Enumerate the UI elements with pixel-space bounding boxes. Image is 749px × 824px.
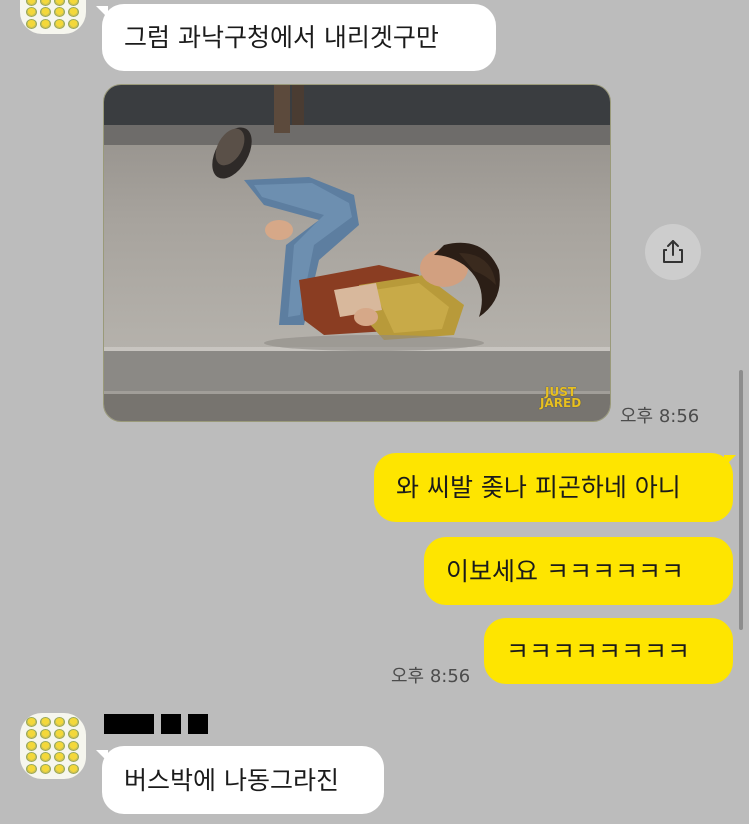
- share-icon: [663, 240, 683, 263]
- scrollbar[interactable]: [739, 370, 743, 630]
- message-timestamp: 오후 8:56: [391, 666, 471, 687]
- photo-message[interactable]: JUST JARED: [103, 84, 611, 422]
- share-button[interactable]: [645, 224, 701, 280]
- incoming-message-bubble[interactable]: 그럼 과낙구청에서 내리겟구만: [102, 4, 496, 71]
- bubble-tail: [724, 455, 736, 467]
- chat-screen: { "messages": { "m1_text": "그럼 과낙구청에서 내리…: [0, 0, 749, 824]
- outgoing-message-bubble[interactable]: ㅋㅋㅋㅋㅋㅋㅋㅋ: [484, 618, 733, 684]
- message-text: 버스박에 나동그라진: [124, 765, 339, 795]
- outgoing-message-bubble[interactable]: 와 씨발 좆나 피곤하네 아니: [374, 453, 733, 522]
- sender-name-redacted: [104, 713, 208, 735]
- incoming-message-bubble[interactable]: 버스박에 나동그라진: [102, 746, 384, 814]
- photo-image: [104, 85, 610, 421]
- outgoing-message-bubble[interactable]: 이보세요 ㅋㅋㅋㅋㅋㅋ: [424, 537, 733, 605]
- message-timestamp: 오후 8:56: [620, 406, 700, 427]
- sender-avatar[interactable]: [20, 713, 86, 779]
- photo-watermark: JUST JARED: [540, 385, 582, 410]
- sender-avatar[interactable]: [20, 0, 86, 34]
- message-text: ㅋㅋㅋㅋㅋㅋㅋㅋ: [506, 636, 691, 666]
- message-text: 이보세요 ㅋㅋㅋㅋㅋㅋ: [446, 556, 684, 586]
- message-text: 그럼 과낙구청에서 내리겟구만: [124, 23, 439, 52]
- message-text: 와 씨발 좆나 피곤하네 아니: [396, 473, 681, 502]
